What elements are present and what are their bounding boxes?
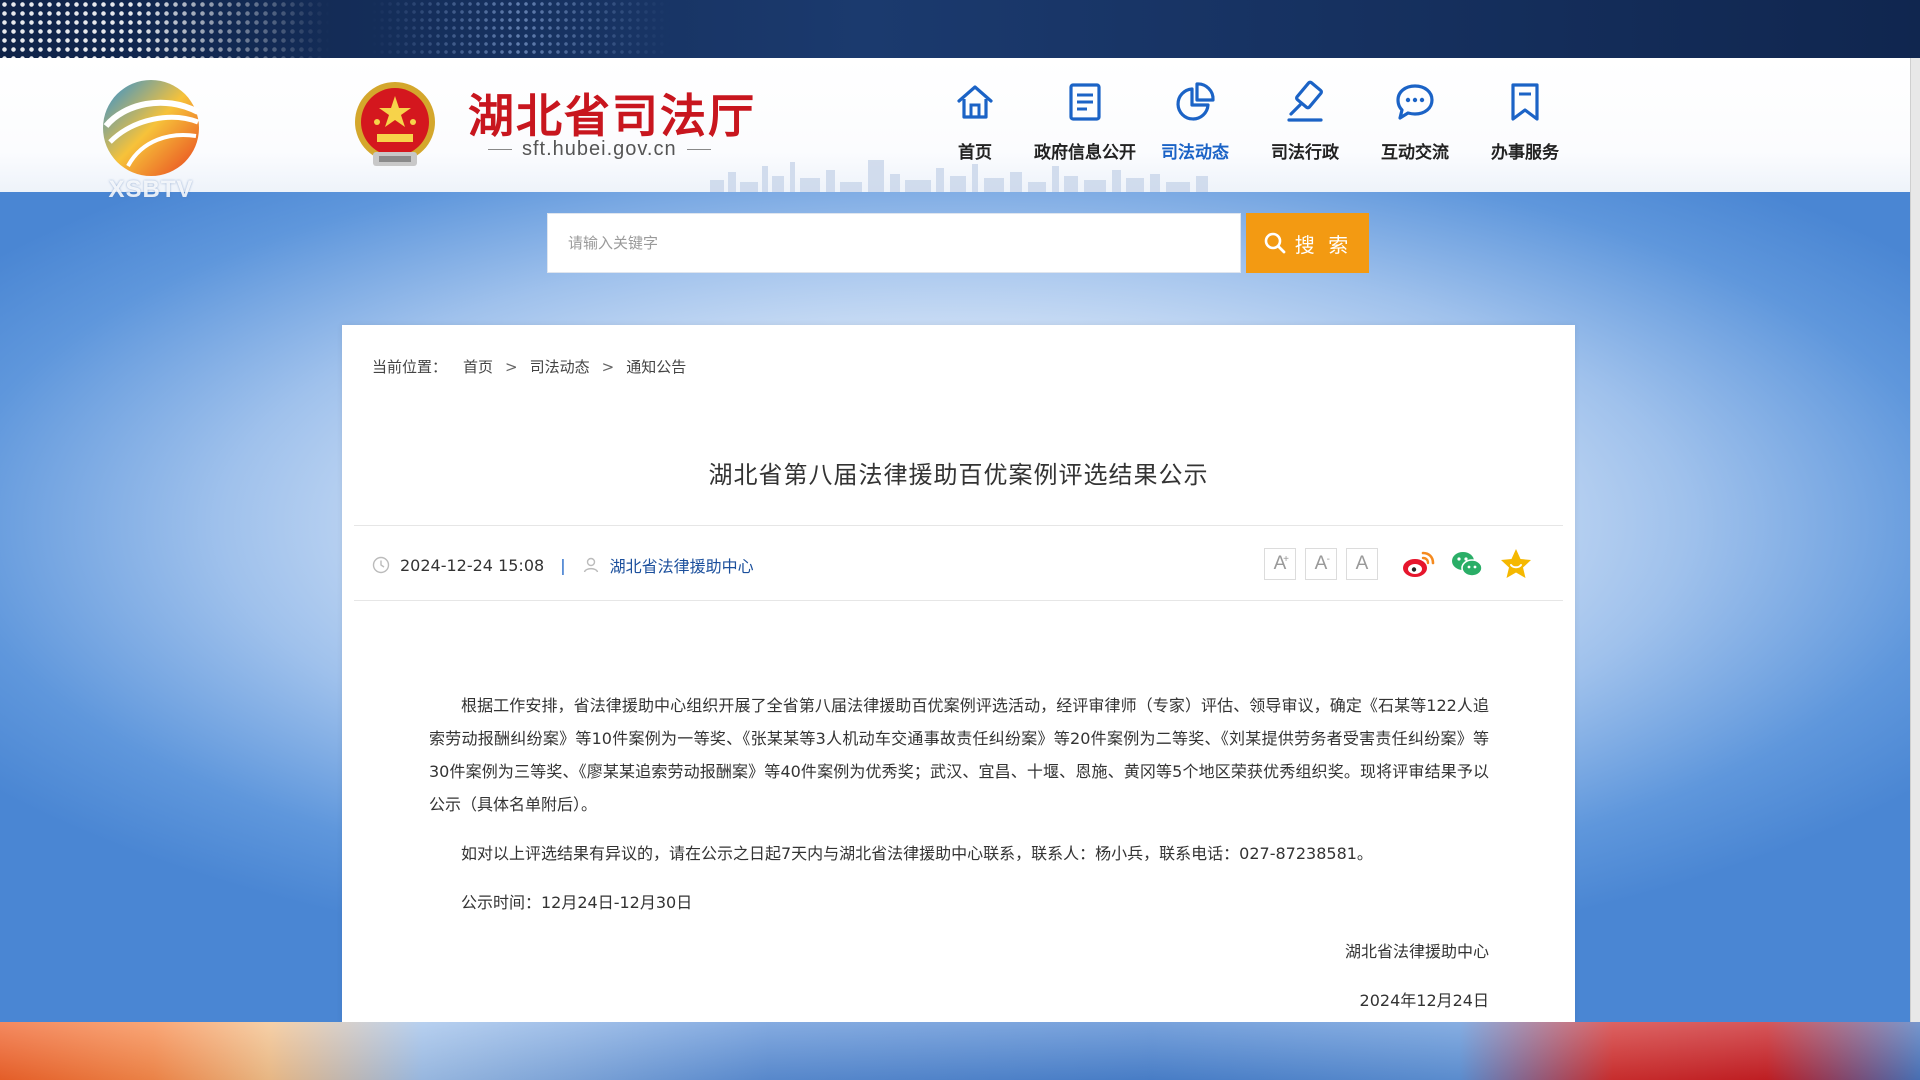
nav-item-home[interactable]: 首页 [920, 80, 1030, 176]
nav-item-interaction[interactable]: 互动交流 [1360, 80, 1470, 176]
national-emblem-icon [355, 82, 435, 166]
article-signature: 湖北省法律援助中心 [1344, 942, 1489, 961]
font-decrease-icon: - [1326, 554, 1330, 565]
bookmark-icon [1511, 83, 1539, 121]
search-input[interactable] [548, 214, 1240, 272]
nav-item-judicial-news[interactable]: 司法动态 [1140, 80, 1250, 176]
article-sign-date: 2024年12月24日 [1359, 991, 1489, 1010]
dot-pattern [0, 0, 330, 58]
favorite-star-icon[interactable] [1498, 546, 1534, 582]
font-size-reset-label: A [1355, 553, 1369, 574]
meta-separator: | [560, 555, 566, 575]
article-meta: 2024-12-24 15:08 | 湖北省法律援助中心 [372, 553, 754, 577]
site-header: 湖北省司法厅 sft.hubei.gov.cn 首页 政府信息公开 司法动态 司… [0, 58, 1910, 192]
nav-item-gov-info[interactable]: 政府信息公开 [1030, 80, 1140, 176]
nav-item-services[interactable]: 办事服务 [1470, 80, 1580, 176]
chat-bubble-icon [1396, 84, 1434, 120]
article-tools: A + A- A [1264, 545, 1534, 583]
font-size-large-button[interactable]: A + [1264, 548, 1296, 580]
site-url: sft.hubei.gov.cn [488, 138, 738, 161]
breadcrumb-item-judicial-news[interactable]: 司法动态 [530, 356, 590, 377]
tv-station-logo: XSBTV [98, 78, 204, 203]
site-name[interactable]: 湖北省司法厅 [468, 80, 756, 146]
site-url-text: sft.hubei.gov.cn [522, 138, 677, 160]
nav-label: 司法行政 [1271, 143, 1339, 163]
article-source: 湖北省法律援助中心 [609, 557, 754, 576]
nav-label: 首页 [958, 143, 992, 163]
article-card: 当前位置： 首页 > 司法动态 > 通知公告 湖北省第八届法律援助百优案例评选结… [342, 325, 1575, 1022]
nav-label: 互动交流 [1381, 143, 1449, 163]
meta-divider [354, 600, 1563, 601]
breadcrumb-prefix: 当前位置： [372, 358, 448, 376]
font-increase-icon: + [1283, 554, 1289, 565]
bottom-band-shade [0, 1022, 1920, 1080]
search-button-label: 搜 索 [1294, 234, 1353, 257]
breadcrumb: 当前位置： 首页 > 司法动态 > 通知公告 [372, 356, 686, 377]
breadcrumb-separator: > [505, 357, 518, 376]
font-size-medium-button[interactable]: A- [1305, 548, 1337, 580]
nav-label: 政府信息公开 [1034, 143, 1136, 163]
article-title: 湖北省第八届法律援助百优案例评选结果公示 [708, 461, 1209, 489]
article-paragraph: 如对以上评选结果有异议的，请在公示之日起7天内与湖北省法律援助中心联系，联系人：… [461, 844, 1373, 863]
clock-icon [372, 556, 390, 574]
article-body: 根据工作安排，省法律援助中心组织开展了全省第八届法律援助百优案例评选活动，经评审… [429, 689, 1489, 1033]
nav-label: 司法动态 [1161, 143, 1229, 163]
search-button[interactable]: 搜 索 [1246, 213, 1369, 273]
gavel-icon [1287, 80, 1323, 122]
weibo-share-icon[interactable] [1400, 546, 1436, 582]
breadcrumb-item-notices[interactable]: 通知公告 [626, 356, 686, 377]
dot-pattern-secondary [370, 0, 670, 58]
font-size-medium-label: A [1314, 553, 1328, 574]
article-paragraph: 公示时间：12月24日-12月30日 [461, 893, 693, 912]
search-icon [1264, 232, 1286, 254]
main-nav: 首页 政府信息公开 司法动态 司法行政 互动交流 办事服务 [920, 80, 1580, 190]
nav-label: 办事服务 [1491, 143, 1559, 163]
window-scrollbar[interactable] [1910, 58, 1920, 1022]
bottom-decorative-band [0, 1022, 1920, 1080]
article-paragraph: 根据工作安排，省法律援助中心组织开展了全省第八届法律援助百优案例评选活动，经评审… [429, 696, 1489, 814]
breadcrumb-separator: > [601, 357, 615, 376]
url-left-dash [488, 149, 512, 150]
user-icon [583, 557, 598, 573]
pie-chart-icon [1176, 82, 1215, 121]
url-right-dash [686, 149, 711, 150]
nav-item-judicial-admin[interactable]: 司法行政 [1250, 80, 1360, 176]
document-list-icon [1069, 83, 1101, 121]
breadcrumb-item-home[interactable]: 首页 [463, 356, 493, 377]
publish-date: 2024-12-24 15:08 [400, 555, 545, 575]
title-divider [354, 525, 1563, 526]
top-decorative-band [0, 0, 1920, 58]
tv-logo-text: XSBTV [108, 176, 194, 203]
home-icon [957, 85, 993, 119]
font-size-reset-button[interactable]: A [1346, 548, 1378, 580]
tv-logo-icon [103, 80, 200, 176]
wechat-share-icon[interactable] [1449, 546, 1485, 582]
search-box [547, 213, 1241, 273]
